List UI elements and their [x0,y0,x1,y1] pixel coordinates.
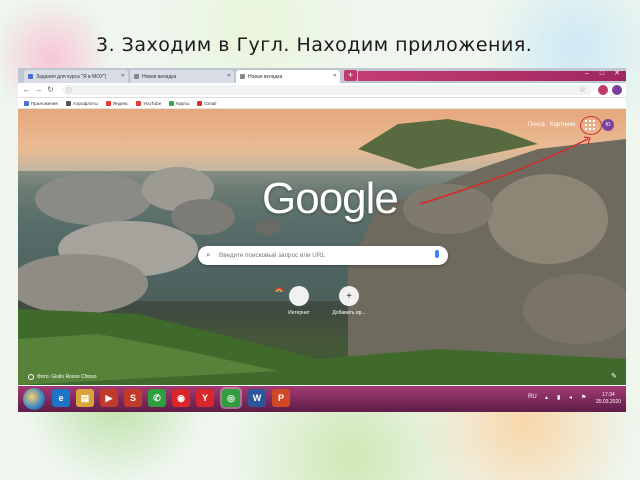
minimize-button[interactable]: – [580,68,594,80]
youtube-icon [136,100,142,106]
forward-icon[interactable]: → [34,85,43,94]
system-clock[interactable]: 17:34 25.03.2020 [596,392,621,406]
yandex-browser-icon[interactable]: Y [196,389,214,407]
red-app-icon[interactable]: ◉ [172,389,190,407]
taskbar: e ▤ ▶ S ✆ ◉ Y ◎ W P RU ▴ ▮ ◂ ⚑ 17:34 25.… [18,386,626,412]
new-tab-button[interactable]: + [344,70,357,81]
ie-icon[interactable]: e [52,389,70,407]
tab-new-1[interactable]: Новая вкладка ✕ [130,70,234,83]
chrome-icon[interactable]: ◎ [222,389,240,407]
volume-icon[interactable]: ◂ [569,394,572,401]
images-link[interactable]: Картинки [550,122,575,128]
close-icon[interactable]: ✕ [121,73,125,79]
apps-grid-icon[interactable] [585,120,595,130]
extension-icon[interactable] [598,85,608,95]
profile-avatar[interactable]: Ю [602,119,614,131]
bookmark-label: Карты [176,100,190,106]
phone-icon[interactable]: ✆ [148,389,166,407]
close-icon[interactable]: ✕ [227,73,231,79]
gmail-icon [197,100,203,106]
gmail-link[interactable]: Почта [528,122,545,128]
tab-new-active[interactable]: Новая вкладка ✕ [236,70,340,83]
bookmark-gmail[interactable]: Gmail [197,100,217,106]
bookmark-label: Gmail [204,100,217,106]
close-window-button[interactable]: ✕ [610,68,624,80]
word-icon[interactable]: W [248,389,266,407]
bookmark-aeroflot[interactable]: Аэрофлоты [65,100,98,106]
tab-label: Новая вкладка [248,73,283,80]
back-icon[interactable]: ← [22,85,31,94]
bookmarks-bar: Приложения Аэрофлоты Яндекс YouTube Карт… [18,98,626,109]
bookmark-youtube[interactable]: YouTube [136,100,162,106]
tab-strip: Задания для курса "Я в МОУ"( ✕ Новая вкл… [18,68,626,83]
shortcut-internet[interactable]: Интернет [274,286,324,316]
clock-date: 25.03.2020 [596,399,622,405]
browser-screenshot: Задания для курса "Я в МОУ"( ✕ Новая вкл… [18,68,626,412]
maps-icon [169,100,175,106]
plane-icon [65,100,71,106]
tab-label: Новая вкладка [142,73,177,80]
bookmark-label: Аэрофлоты [72,100,98,106]
new-tab-page: Почта Картинки Ю Google ⌕ Введите поиско… [18,109,626,385]
shortcut-label: Интернет [288,310,310,316]
toolbar: ← → ↻ ⓘ ☆ [18,83,626,98]
bookmark-yandex[interactable]: Яндекс [105,100,129,106]
clock-time: 17:34 [602,392,615,398]
start-button[interactable] [23,388,45,410]
address-bar[interactable]: ⓘ ☆ [62,85,592,95]
close-icon[interactable]: ✕ [333,73,337,79]
bookmark-maps[interactable]: Карты [169,100,190,106]
photo-credit-label: Фото: Giulio Rosso Chioso [37,374,97,380]
maximize-button[interactable]: □ [595,68,609,80]
search-placeholder: Введите поисковый запрос или URL [219,252,325,259]
image-icon [28,374,34,380]
yandex-icon [105,100,111,106]
flag-icon[interactable]: ⚑ [581,394,586,401]
bookmark-apps[interactable]: Приложения [24,100,58,106]
apps-icon [24,100,29,106]
tray-arrow-icon[interactable]: ▴ [545,394,548,401]
photo-credit[interactable]: Фото: Giulio Rosso Chioso [28,374,97,380]
powerpoint-icon[interactable]: P [272,389,290,407]
search-input[interactable]: ⌕ Введите поисковый запрос или URL [198,246,448,265]
profile-avatar-icon[interactable] [612,85,622,95]
language-indicator[interactable]: RU [528,394,537,400]
page-icon [134,74,139,79]
media-icon[interactable]: ▶ [100,389,118,407]
pencil-icon[interactable]: ✎ [611,372,617,380]
doc-icon [28,74,33,79]
shortcut-add[interactable]: + Добавить яр... [324,286,374,316]
bookmark-label: YouTube [143,100,162,106]
slide-title: 3. Заходим в Гугл. Находим приложения. [96,34,533,56]
explorer-icon[interactable]: ▤ [76,389,94,407]
bookmark-label: Яндекс [112,100,129,106]
info-icon: ⓘ [66,89,73,95]
reload-icon[interactable]: ↻ [46,85,55,94]
microphone-icon[interactable] [435,250,439,258]
bookmark-label: Приложения [31,100,58,106]
network-icon[interactable]: ▮ [557,394,560,401]
plus-icon: + [339,286,359,306]
star-icon[interactable]: ☆ [579,85,586,94]
s-icon[interactable]: S [124,389,142,407]
shortcut-label: Добавить яр... [332,310,366,316]
search-icon: ⌕ [206,250,211,259]
tab-course-tasks[interactable]: Задания для курса "Я в МОУ"( ✕ [24,70,128,83]
rainbow-icon [274,286,309,306]
page-icon [240,74,245,79]
tab-label: Задания для курса "Я в МОУ"( [36,73,107,80]
google-logo: Google [262,174,399,223]
